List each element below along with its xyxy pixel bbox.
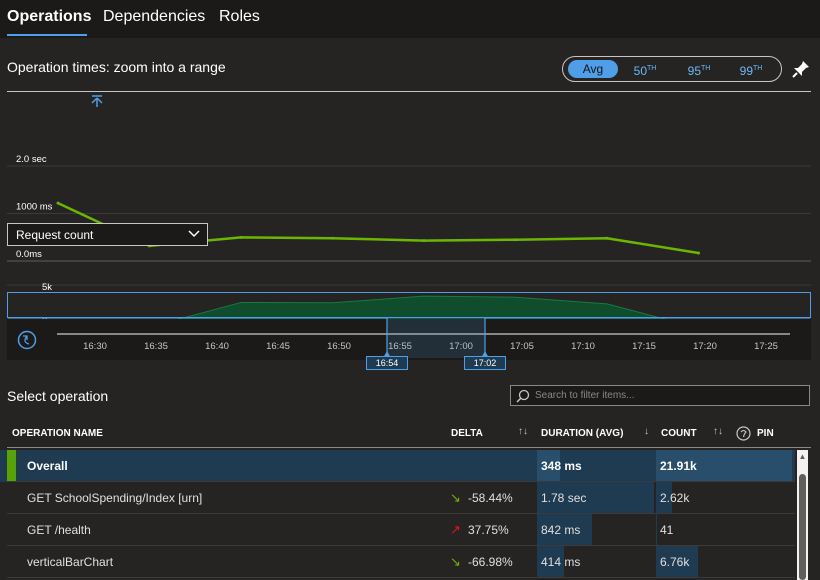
count-value: 6.76k	[660, 555, 690, 569]
table-row[interactable]: verticalBarChart ↘ -66.98% 414 ms 6.76k	[0, 546, 795, 578]
duration-grid	[7, 165, 811, 262]
percentile-avg-button[interactable]: Avg	[568, 60, 618, 78]
tab-operations[interactable]: Operations	[7, 8, 91, 26]
percentile-99-button[interactable]: 99TH	[731, 60, 771, 78]
arrow-down-right-icon: ↘	[450, 554, 461, 569]
operation-name: GET SchoolSpending/Index [urn]	[27, 491, 203, 505]
arrow-down-right-icon: ↘	[450, 490, 461, 505]
duration-value: 348 ms	[541, 459, 582, 473]
range-tick-label: 16:45	[266, 341, 290, 352]
range-tick-label: 17:05	[510, 341, 534, 352]
range-tick-label: 17:25	[754, 341, 778, 352]
time-axis-highlight	[7, 292, 811, 318]
duration-value: 414 ms	[541, 555, 581, 569]
duration-point	[331, 236, 334, 240]
range-tick-label: 17:20	[693, 341, 717, 352]
range-tick-label: 16:30	[83, 341, 107, 352]
operation-name: GET /health	[27, 523, 91, 537]
tab-bar: Operations Dependencies Roles	[0, 0, 820, 38]
operations-panel: Operation times: zoom into a range Avg 5…	[0, 38, 820, 580]
percentile-95-button[interactable]: 95TH	[679, 60, 719, 78]
delta-value: -66.98%	[468, 555, 513, 569]
delta-value: -58.44%	[468, 491, 513, 505]
table-row[interactable]: GET /health ↗ 37.75% 842 ms 41	[0, 514, 795, 546]
duration-value: 842 ms	[541, 523, 581, 537]
sort-delta-icon[interactable]: ↑↓	[518, 426, 528, 437]
scroll-up-button[interactable]: ▲	[797, 452, 808, 462]
range-tick-label: 16:40	[205, 341, 229, 352]
table-row[interactable]: GET SchoolSpending/Index [urn] ↘ -58.44% 1.…	[0, 482, 795, 514]
column-header-duration[interactable]: DURATION (AVG)	[541, 428, 623, 439]
y-tick-label: 0.0ms	[16, 249, 42, 260]
count-bar	[656, 514, 657, 545]
range-tick-label: 17:10	[571, 341, 595, 352]
duration-point	[239, 235, 243, 239]
y-tick-label: 2.0 sec	[16, 154, 47, 165]
delta-value: 37.75%	[468, 523, 509, 537]
column-header-count[interactable]: COUNT	[661, 428, 697, 439]
metric-dropdown[interactable]: Request count	[7, 223, 208, 246]
range-selection-fill	[387, 318, 485, 358]
sort-count-icon[interactable]: ↑↓	[713, 426, 723, 437]
search-input[interactable]	[535, 387, 805, 404]
duration-point	[605, 236, 609, 240]
operation-name: verticalBarChart	[27, 555, 114, 569]
tab-roles[interactable]: Roles	[219, 8, 260, 26]
chart-title: Operation times: zoom into a range	[7, 59, 226, 75]
table-scrollbar[interactable]: ▲	[797, 450, 808, 580]
scroll-thumb[interactable]	[799, 474, 806, 580]
percentile-toggle: Avg 50TH 95TH 99TH	[562, 56, 782, 82]
range-start-label[interactable]: 16:54	[366, 356, 408, 370]
percentile-50-button[interactable]: 50TH	[625, 60, 665, 78]
metric-dropdown-value: Request count	[16, 228, 94, 242]
column-header-pin[interactable]: PIN	[757, 428, 774, 439]
search-icon	[516, 389, 530, 403]
arrow-up-right-icon: ↗	[450, 522, 461, 537]
duration-point	[56, 201, 60, 205]
count-value: 2.62k	[660, 491, 690, 505]
range-tick-label: 16:50	[327, 341, 351, 352]
column-header-delta[interactable]: DELTA	[451, 428, 483, 439]
duration-point	[514, 238, 517, 242]
sort-duration-icon[interactable]: ↓	[644, 426, 649, 437]
row-divider	[7, 577, 795, 578]
operation-name: Overall	[27, 459, 68, 473]
selected-row-accent	[7, 450, 16, 482]
range-tick-label: 16:35	[144, 341, 168, 352]
select-operation-title: Select operation	[7, 388, 109, 404]
pin-column-icon[interactable]	[736, 426, 751, 441]
collapse-up-icon[interactable]	[91, 95, 103, 107]
range-end-label[interactable]: 17:02	[464, 356, 506, 370]
range-tick-label: 17:15	[632, 341, 656, 352]
y-tick-label: 1000 ms	[16, 202, 53, 213]
pin-icon[interactable]	[790, 58, 812, 80]
duration-value: 1.78 sec	[541, 491, 587, 505]
count-value: 41	[660, 523, 674, 537]
duration-point	[697, 251, 700, 255]
chevron-down-icon	[188, 230, 200, 238]
search-box	[510, 385, 810, 406]
table-row-selected[interactable]: Overall 348 ms 21.91k	[0, 450, 795, 482]
duration-point	[422, 239, 426, 243]
table-header-divider	[7, 447, 811, 448]
tab-dependencies[interactable]: Dependencies	[103, 8, 205, 26]
column-header-operation-name[interactable]: OPERATION NAME	[12, 428, 103, 439]
count-value: 21.91k	[660, 459, 697, 473]
active-tab-indicator	[7, 34, 87, 36]
